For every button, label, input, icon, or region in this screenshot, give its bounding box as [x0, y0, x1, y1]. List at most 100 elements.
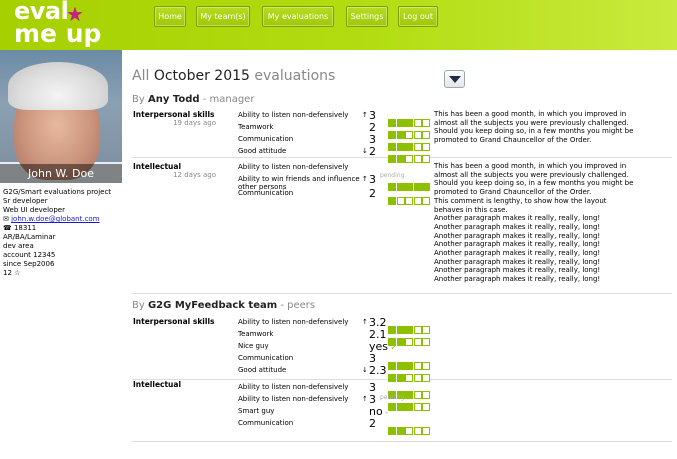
email-icon: ✉ [3, 215, 9, 223]
rating-score: 3 [369, 173, 376, 186]
nav-my-evaluations-button[interactable]: My evaluations [262, 6, 334, 27]
phone-icon: ☎ [3, 224, 12, 232]
rating-label: Ability to listen non-defensively [238, 318, 349, 326]
rating-box [413, 197, 422, 205]
evaluator-name[interactable]: G2G MyFeedback team [148, 300, 277, 311]
profile-stars: 12 ☆ [3, 269, 21, 277]
rating-box [422, 197, 430, 205]
rating-score: 2.3 [369, 364, 387, 377]
rating-row: Smart guy no - [132, 405, 672, 418]
nav-logout-button[interactable]: Log out [398, 6, 438, 27]
rating-label: Communication [238, 135, 294, 143]
rating-label: Ability to listen non-defensively [238, 395, 349, 403]
arrow-up-icon: ↑ [362, 395, 368, 403]
rating-score: 2 [369, 417, 376, 430]
period-label: October 2015 [153, 68, 250, 84]
evaluation-group: Interpersonal skills Ability to listen no… [132, 316, 672, 382]
rating-row: Communication 2 [132, 417, 672, 435]
rating-label: Ability to listen non-defensively [238, 383, 349, 391]
rating-box [388, 197, 396, 205]
rating-label: Good attitude [238, 147, 287, 155]
profile-role: Web UI developer [3, 206, 65, 214]
profile-info: G2G/Smart evaluations project Sr develop… [3, 188, 121, 278]
arrow-up-icon: ↑ [362, 175, 368, 183]
rating-score: 2 [369, 145, 376, 158]
profile-location: AR/BA/Laminar [3, 233, 56, 241]
profile-name: John W. Doe [0, 164, 122, 183]
section-header: By Any Todd - manager [132, 94, 254, 105]
section-header: By G2G MyFeedback team - peers [132, 300, 315, 311]
rating-score: 2 [369, 187, 376, 200]
check-icon: ✓ [388, 343, 398, 352]
rating-boxes [388, 190, 431, 209]
rating-box [396, 427, 405, 435]
evaluation-group: Intellectual Ability to listen non-defens… [132, 380, 672, 442]
arrow-up-icon: ↑ [362, 318, 368, 326]
comment-line: Should you keep doing so, in a few month… [434, 127, 634, 136]
rating-box [413, 427, 422, 435]
profile-account: account 12345 [3, 251, 56, 259]
profile-level: Sr developer [3, 197, 48, 205]
rating-box [405, 197, 413, 205]
nav-settings-button[interactable]: Settings [346, 6, 388, 27]
section-by: By [132, 300, 148, 311]
rating-row: Ability to listen non-defensively ↑ 3 [132, 393, 672, 411]
rating-row: Good attitude ↓ 2.3 [132, 364, 672, 382]
comment-line: Another paragraph makes it really, reall… [434, 231, 601, 240]
rating-label: Ability to listen non-defensively [238, 111, 349, 119]
profile-photo: John W. Doe [0, 50, 122, 183]
rating-row: Communication 3 [132, 352, 672, 370]
page-title: All October 2015 evaluations [132, 68, 336, 84]
rating-label: Teamwork [238, 123, 274, 131]
comment-line: behaves in this case. [434, 205, 508, 214]
profile-panel: John W. Doe G2G/Smart evaluations projec… [0, 50, 122, 459]
rating-box [396, 197, 405, 205]
evaluation-comment: This has been a good month, in which you… [434, 162, 634, 284]
nav-my-teams-button[interactable]: My team(s) [196, 6, 250, 27]
comment-line: Another paragraph makes it really, reall… [434, 275, 601, 284]
rating-row: Good attitude ↓ 2 [132, 145, 672, 163]
comment-line: Another paragraph makes it really, reall… [434, 257, 601, 266]
evaluation-group: Intellectual 12 days ago Ability to listen… [132, 162, 672, 294]
top-header-bar: eval ★ me up Home My team(s) My evaluati… [0, 0, 677, 50]
rating-label: Nice guy [238, 342, 269, 350]
rating-label: Smart guy [238, 407, 275, 415]
comment-line: almost all the subjects you were previou… [434, 118, 629, 127]
evaluator-name[interactable]: Any Todd [148, 94, 200, 105]
arrow-up-icon: ↑ [362, 111, 368, 119]
rating-label: Communication [238, 354, 294, 362]
comment-line: This has been a good month, in which you… [434, 162, 627, 170]
comment-line: Another paragraph makes it really, reall… [434, 266, 601, 275]
profile-project: G2G/Smart evaluations project [3, 188, 112, 196]
period-dropdown-button[interactable] [444, 70, 465, 88]
evaluation-comment: This has been a good month, in which you… [434, 110, 634, 145]
comment-line: Another paragraph makes it really, reall… [434, 249, 601, 258]
rating-box [422, 427, 430, 435]
profile-email-link[interactable]: john.w.doe@globant.com [11, 215, 99, 223]
rating-box [405, 427, 413, 435]
evaluator-role: - peers [277, 300, 316, 311]
rating-label: Ability to listen non-defensively [238, 163, 349, 171]
evaluation-group: Interpersonal skills 19 days ago Ability t… [132, 109, 672, 163]
comment-line: Another paragraph makes it really, reall… [434, 240, 601, 249]
arrow-down-icon: ↓ [362, 366, 368, 374]
chevron-down-icon [449, 76, 461, 83]
rating-label: Communication [238, 189, 294, 197]
evalmeup-logo[interactable]: eval ★ me up [10, 0, 105, 50]
comment-line: promoted to Grand Chauncellor of the Ord… [434, 136, 592, 145]
comment-line: promoted to Grand Chauncellor of the Ord… [434, 188, 592, 197]
comment-line: Another paragraph makes it really, reall… [434, 214, 601, 223]
nav-home-button[interactable]: Home [154, 6, 186, 27]
logo-line2: me up [14, 19, 102, 48]
dash-icon: - [382, 408, 389, 417]
rating-label: Teamwork [238, 330, 274, 338]
profile-area: dev area [3, 242, 34, 250]
comment-line: Should you keep doing so, in a few month… [434, 179, 634, 188]
rating-boxes [388, 420, 431, 439]
comment-line: This has been a good month, in which you… [434, 110, 627, 118]
rating-row: Nice guy yes ✓ [132, 340, 672, 353]
comment-line: Another paragraph makes it really, reall… [434, 222, 601, 231]
profile-since: since Sep2006 [3, 260, 55, 268]
profile-phone: 18311 [13, 224, 37, 232]
section-by: By [132, 94, 148, 105]
